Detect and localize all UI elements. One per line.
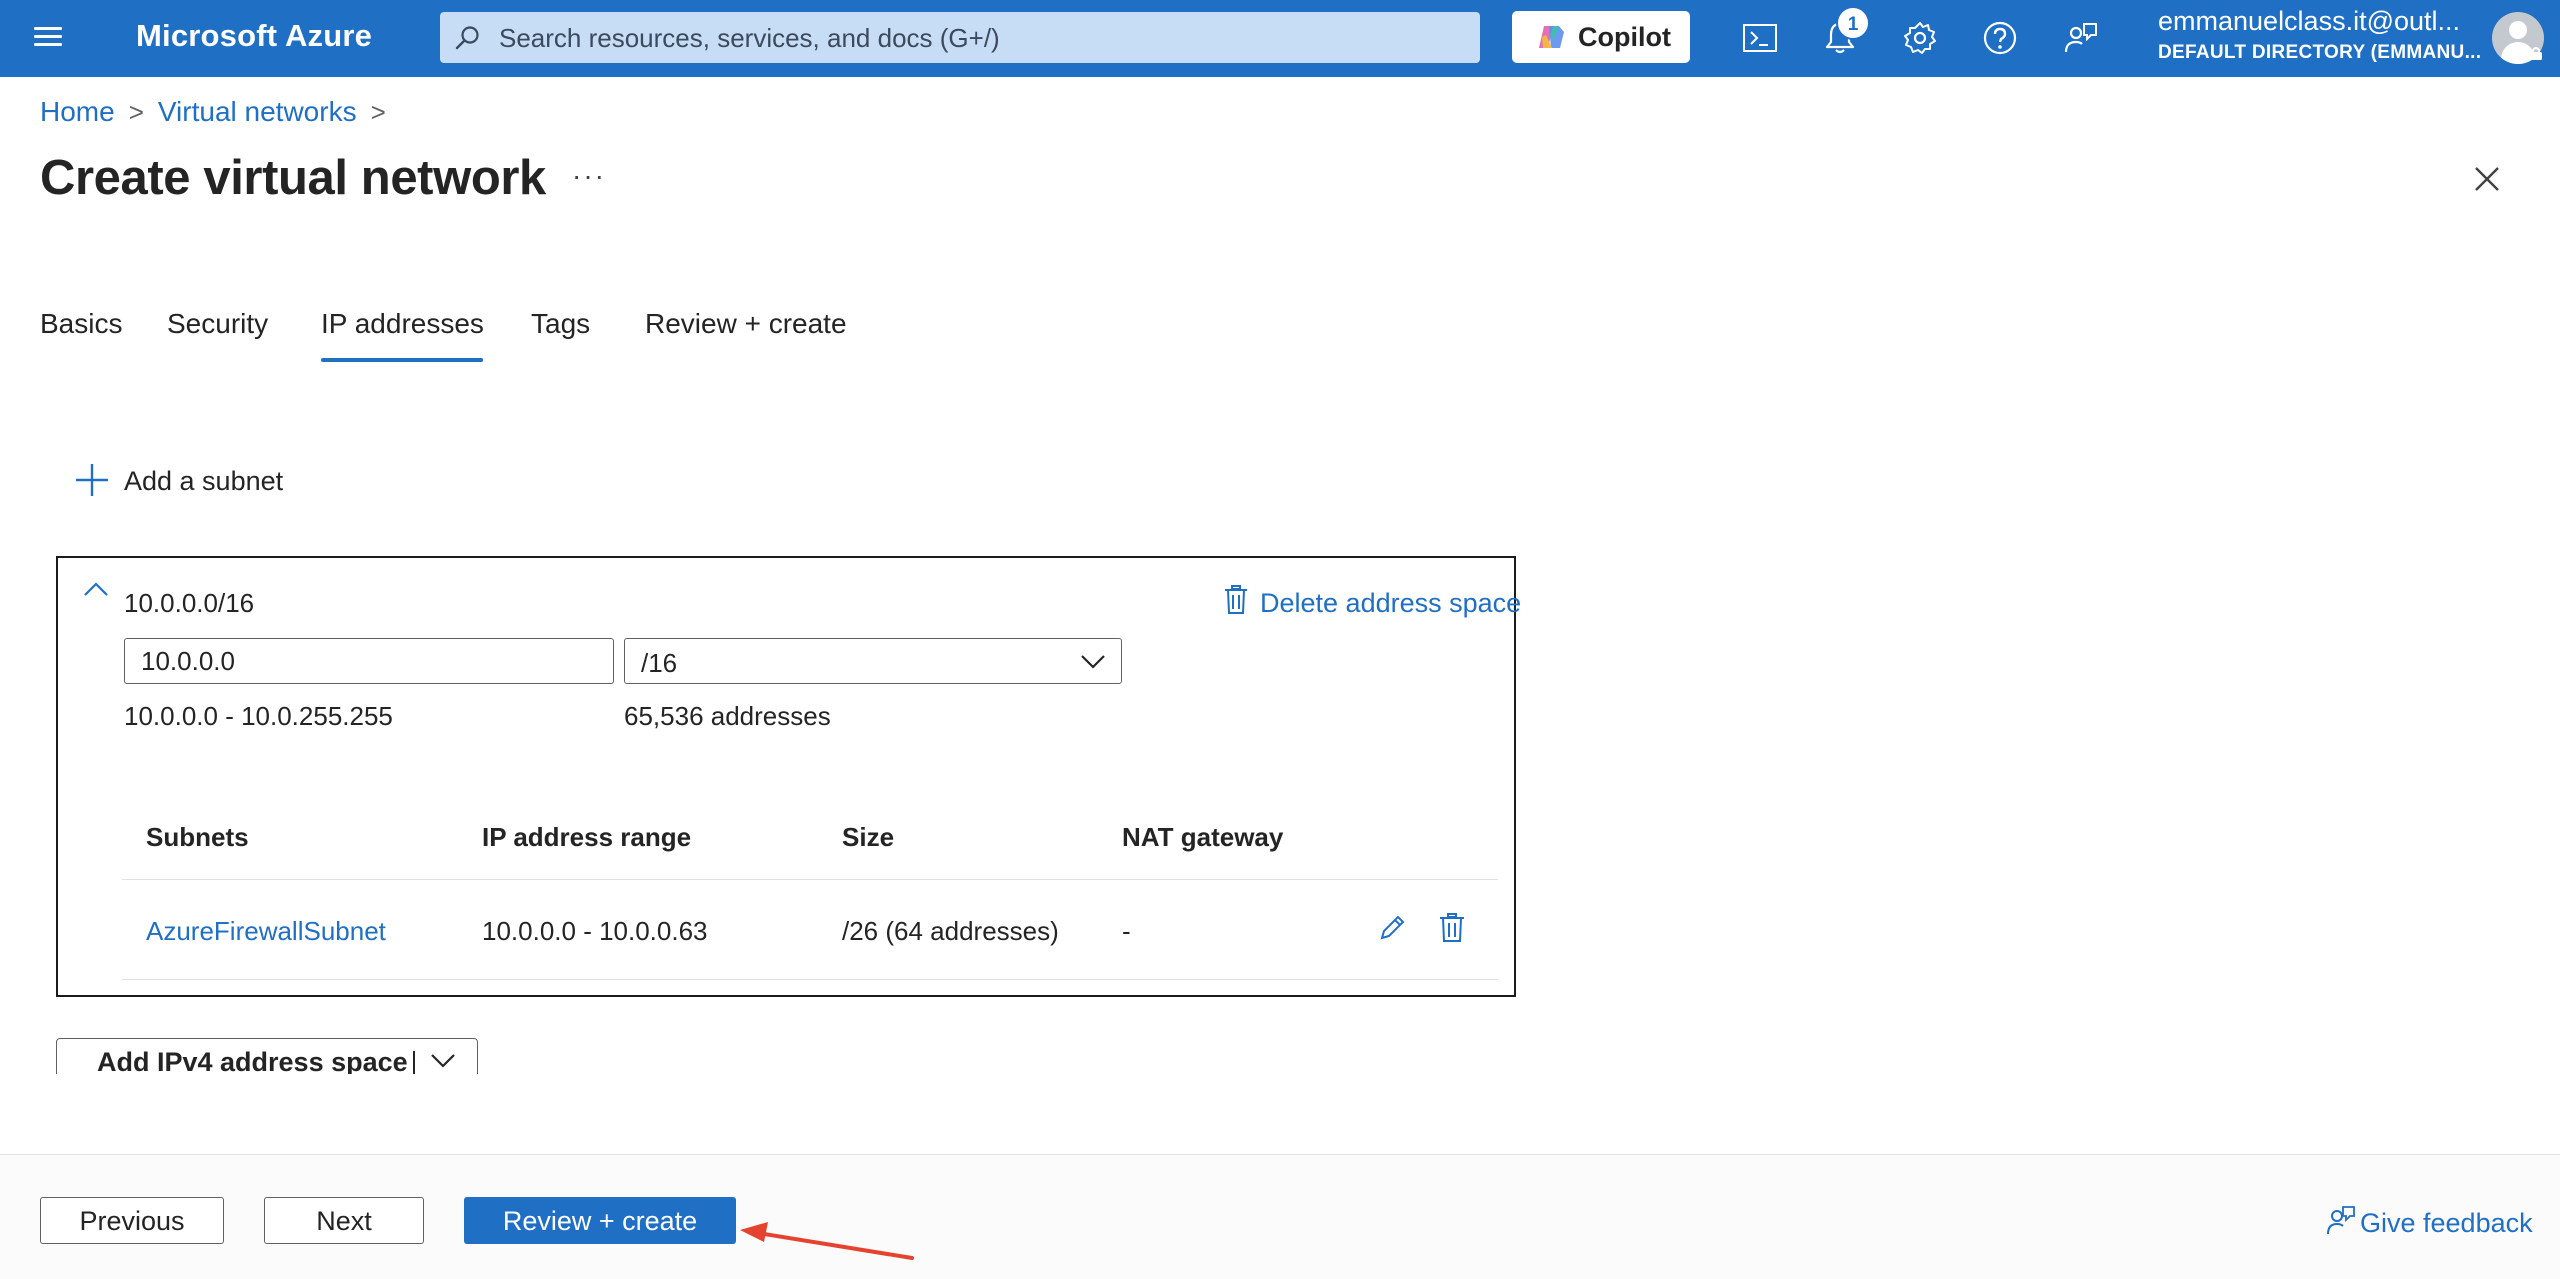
column-header-subnets: Subnets bbox=[146, 822, 249, 852]
chevron-up-icon[interactable] bbox=[82, 580, 110, 600]
add-ipv4-label: Add IPv4 address space bbox=[97, 1047, 408, 1074]
chevron-right-icon: > bbox=[128, 97, 144, 127]
page-title: Create virtual network bbox=[40, 151, 546, 205]
chevron-down-icon[interactable] bbox=[429, 1051, 457, 1071]
subnet-nat-gateway: - bbox=[1122, 916, 1131, 946]
add-ipv4-address-space-button[interactable]: Add IPv4 address space bbox=[56, 1038, 478, 1074]
breadcrumb-home[interactable]: Home bbox=[40, 96, 115, 127]
account-email: emmanuelclass.it@outl... bbox=[2158, 6, 2461, 36]
trash-icon bbox=[1225, 585, 1247, 614]
address-space-card: 10.0.0.0/16 Delete address space /16 10.… bbox=[56, 556, 1521, 997]
address-space-input[interactable] bbox=[124, 638, 614, 684]
column-header-ip-range: IP address range bbox=[482, 822, 692, 852]
column-header-size: Size bbox=[842, 822, 895, 852]
table-divider bbox=[122, 879, 1498, 880]
active-tab-indicator bbox=[321, 358, 483, 362]
delete-subnet-trash-icon[interactable] bbox=[1436, 912, 1468, 944]
tab-review-create[interactable]: Review + create bbox=[645, 308, 847, 340]
feedback-person-icon[interactable] bbox=[2056, 14, 2104, 62]
close-icon[interactable] bbox=[2468, 160, 2506, 198]
search-icon bbox=[455, 26, 479, 50]
copilot-label: Copilot bbox=[1578, 22, 1671, 52]
tab-basics[interactable]: Basics bbox=[40, 308, 122, 340]
tab-tags[interactable]: Tags bbox=[531, 308, 590, 340]
top-bar: Microsoft Azure Search resources, servic… bbox=[0, 0, 2560, 77]
help-icon[interactable] bbox=[1976, 14, 2024, 62]
account-menu[interactable]: emmanuelclass.it@outl... DEFAULT DIRECTO… bbox=[2158, 6, 2482, 64]
subnet-size: /26 (64 addresses) bbox=[842, 916, 1059, 946]
table-divider bbox=[122, 979, 1498, 980]
delete-address-space-label: Delete address space bbox=[1260, 588, 1522, 618]
address-count-text: 65,536 addresses bbox=[624, 701, 831, 731]
chevron-down-icon bbox=[1081, 655, 1105, 669]
more-options-button[interactable]: ··· bbox=[572, 160, 606, 192]
tab-ip-addresses[interactable]: IP addresses bbox=[321, 308, 484, 340]
feedback-person-icon bbox=[2327, 1206, 2355, 1235]
menu-icon[interactable] bbox=[30, 22, 66, 52]
add-subnet-label: Add a subnet bbox=[124, 466, 284, 496]
address-space-title: 10.0.0.0/16 bbox=[124, 588, 255, 618]
previous-button[interactable]: Previous bbox=[40, 1197, 224, 1244]
add-ipv4-container: Add IPv4 address space bbox=[56, 1038, 480, 1074]
chevron-right-icon: > bbox=[370, 97, 386, 127]
breadcrumb: Home > Virtual networks > bbox=[40, 96, 400, 128]
tab-security[interactable]: Security bbox=[167, 308, 268, 340]
settings-gear-icon[interactable] bbox=[1896, 14, 1944, 62]
copilot-button[interactable]: Copilot bbox=[1512, 11, 1690, 63]
brand-title[interactable]: Microsoft Azure bbox=[136, 18, 372, 54]
give-feedback-label: Give feedback bbox=[2360, 1208, 2533, 1238]
edit-pencil-icon[interactable] bbox=[1376, 912, 1408, 944]
address-range-text: 10.0.0.0 - 10.0.255.255 bbox=[124, 701, 393, 731]
account-directory: DEFAULT DIRECTORY (EMMANU... bbox=[2158, 42, 2482, 63]
column-header-nat-gateway: NAT gateway bbox=[1122, 822, 1284, 852]
subnet-ip-range: 10.0.0.0 - 10.0.0.63 bbox=[482, 916, 708, 946]
breadcrumb-virtual-networks[interactable]: Virtual networks bbox=[158, 96, 357, 127]
lock-icon bbox=[2530, 47, 2542, 60]
next-button[interactable]: Next bbox=[264, 1197, 424, 1244]
copilot-icon bbox=[1539, 26, 1564, 48]
notification-badge: 1 bbox=[1836, 6, 1870, 40]
subnet-name-link[interactable]: AzureFirewallSubnet bbox=[146, 916, 386, 947]
plus-icon bbox=[76, 464, 108, 496]
prefix-length-value: /16 bbox=[641, 648, 678, 678]
search-input[interactable]: Search resources, services, and docs (G+… bbox=[440, 12, 1480, 63]
split-divider bbox=[413, 1051, 415, 1074]
search-placeholder: Search resources, services, and docs (G+… bbox=[499, 23, 1000, 53]
cloud-shell-icon[interactable] bbox=[1736, 14, 1784, 62]
prefix-length-select[interactable]: /16 bbox=[624, 638, 1122, 684]
review-create-button[interactable]: Review + create bbox=[464, 1197, 736, 1244]
